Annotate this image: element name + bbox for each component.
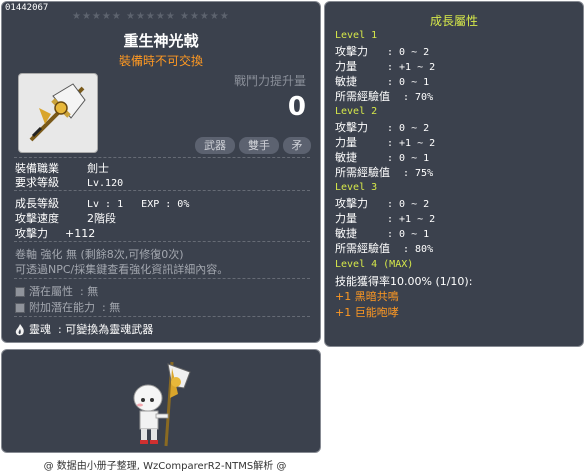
soul-flame-icon bbox=[15, 324, 24, 336]
growth-row: 攻擊力: 0 ~ 2 bbox=[335, 197, 430, 210]
item-tooltip-panel: 01442067 ★★★★★ ★★★★★ ★★★★★ 重生神光戟 裝備時不可交換… bbox=[1, 1, 321, 343]
tag-two-handed: 雙手 bbox=[239, 137, 279, 154]
soul-value: : 可變換為靈魂武器 bbox=[58, 323, 154, 336]
growth-row: 所需經驗值: 70% bbox=[335, 90, 434, 103]
halberd-icon bbox=[29, 83, 86, 142]
growth-row: 所需經驗值: 80% bbox=[335, 242, 434, 255]
growth-row: 敏捷: 0 ~ 1 bbox=[335, 151, 430, 164]
trade-restriction-label: 裝備時不可交換 bbox=[118, 54, 203, 68]
divider bbox=[14, 278, 310, 279]
bonus-potential-row: 附加潛在能力 : 無 bbox=[15, 299, 120, 315]
potential-row: 潛在屬性 : 無 bbox=[15, 283, 98, 299]
character-preview-panel bbox=[1, 349, 321, 453]
attack-row: 攻擊力 +112 bbox=[15, 225, 95, 241]
required-level-value: Lv.120 bbox=[87, 178, 124, 189]
divider bbox=[14, 316, 310, 317]
upgrade-info-line: 可透過NPC/採集鍵查看強化資訊詳細內容。 bbox=[15, 263, 229, 276]
growth-level-row: 成長等級 Lv : 1 EXP : 0% bbox=[15, 195, 189, 211]
bonus-potential-value: : 無 bbox=[102, 301, 121, 314]
level-heading: Level 1 bbox=[335, 30, 378, 41]
growth-level-value: Lv : 1 EXP : 0% bbox=[87, 199, 190, 210]
skill-chance-row: 技能獲得率10.00% (1/10): bbox=[335, 275, 473, 288]
growth-panel-title: 成長屬性 bbox=[429, 14, 478, 28]
growth-row: 敏捷: 0 ~ 1 bbox=[335, 75, 430, 88]
level-heading: Level 3 bbox=[335, 182, 378, 193]
tag-weapon: 武器 bbox=[195, 137, 235, 154]
attack-label: 攻擊力 bbox=[15, 227, 48, 240]
combat-power-value: 0 bbox=[287, 92, 306, 122]
required-level-label: 要求等級 bbox=[15, 176, 59, 189]
divider bbox=[14, 190, 310, 191]
level-heading: Level 2 bbox=[335, 106, 378, 117]
soul-label: 靈魂 bbox=[29, 323, 51, 336]
scroll-upgrade-line: 卷軸 強化 無 (剩餘8次,可修復0次) bbox=[15, 248, 184, 261]
attack-speed-value: 2階段 bbox=[87, 212, 116, 225]
growth-row: 力量: +1 ~ 2 bbox=[335, 212, 436, 225]
item-name: 重生神光戟 bbox=[123, 32, 199, 50]
growth-row: 敏捷: 0 ~ 1 bbox=[335, 227, 430, 240]
item-icon-frame bbox=[18, 73, 98, 153]
item-id: 01442067 bbox=[5, 3, 49, 13]
soul-row: 靈魂 : 可變換為靈魂武器 bbox=[15, 321, 153, 337]
potential-square-icon bbox=[15, 287, 25, 297]
footer-credit: @ 数据由小册子整理, WzComparerR2-NTMS解析 @ bbox=[43, 461, 287, 472]
potential-label: 潛在屬性 bbox=[29, 285, 73, 298]
potential-value: : 無 bbox=[80, 285, 99, 298]
growth-row: 力量: +1 ~ 2 bbox=[335, 136, 436, 149]
growth-attributes-panel: 成長屬性 Level 1 攻擊力: 0 ~ 2 力量: +1 ~ 2 敏捷: 0… bbox=[324, 1, 584, 347]
tag-spear: 矛 bbox=[283, 137, 311, 154]
attack-speed-label: 攻擊速度 bbox=[15, 212, 59, 225]
skill-bonus: +1 黑暗共鳴 bbox=[335, 290, 399, 303]
bonus-potential-label: 附加潛在能力 bbox=[29, 301, 95, 314]
growth-row: 攻擊力: 0 ~ 2 bbox=[335, 121, 430, 134]
growth-row: 攻擊力: 0 ~ 2 bbox=[335, 45, 430, 58]
bonus-potential-square-icon bbox=[15, 303, 25, 313]
skill-bonus: +1 巨能咆哮 bbox=[335, 306, 399, 319]
star-force-stars: ★★★★★ ★★★★★ ★★★★★ bbox=[72, 11, 230, 22]
attack-value: +112 bbox=[65, 227, 96, 240]
character-sprite bbox=[133, 361, 191, 447]
required-level-row: 要求等級 Lv.120 bbox=[15, 174, 123, 190]
combat-power-label: 戰鬥力提升量 bbox=[233, 74, 306, 88]
growth-level-label: 成長等級 bbox=[15, 197, 59, 210]
growth-row: 力量: +1 ~ 2 bbox=[335, 60, 436, 73]
attack-speed-row: 攻擊速度 2階段 bbox=[15, 210, 116, 226]
divider bbox=[14, 157, 310, 158]
divider bbox=[14, 241, 310, 242]
growth-row: 所需經驗值: 75% bbox=[335, 166, 434, 179]
level-heading: Level 4 (MAX) bbox=[335, 259, 414, 270]
